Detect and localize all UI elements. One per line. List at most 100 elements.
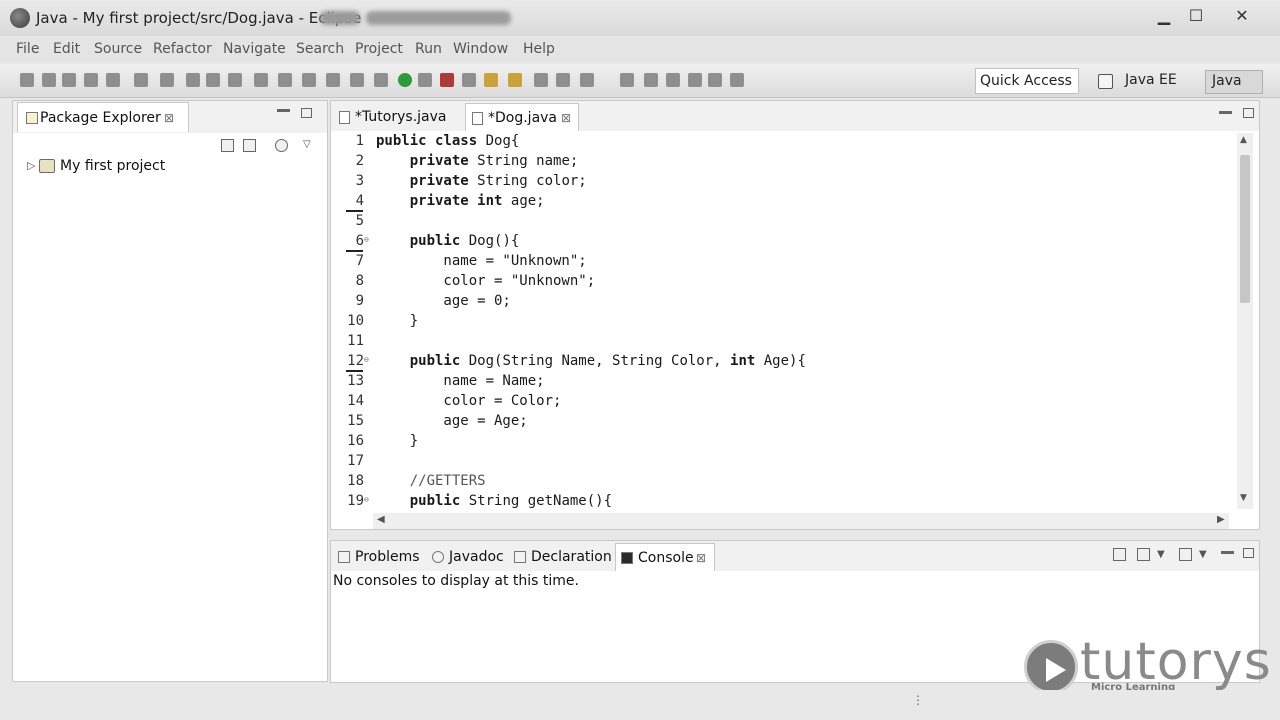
code-line[interactable]: 18 //GETTERS <box>331 473 1236 493</box>
maximize-view-icon[interactable] <box>1243 108 1254 118</box>
scroll-right-icon[interactable]: ▶ <box>1217 514 1225 525</box>
view-menu-icon[interactable]: ▽ <box>303 139 316 152</box>
minimize-view-icon[interactable] <box>1219 111 1232 114</box>
close-icon[interactable]: ⊠ <box>561 111 571 125</box>
code-line[interactable]: 12 ⊖ public Dog(String Name, String Color… <box>331 353 1236 373</box>
dropdown-icon[interactable] <box>708 73 722 87</box>
scroll-up-icon[interactable]: ▲ <box>1240 135 1247 145</box>
dropdown-icon[interactable] <box>418 73 432 87</box>
tab-package-explorer[interactable]: Package Explorer ⊠ <box>17 102 189 132</box>
external-tools-icon[interactable] <box>440 73 454 87</box>
close-button[interactable]: ✕ <box>1228 5 1256 27</box>
code-line[interactable]: 3 private String color; <box>331 173 1236 193</box>
prev-annotation-icon[interactable] <box>620 73 634 87</box>
tab-declaration[interactable]: Declaration <box>509 543 615 571</box>
view-menu-filter-icon[interactable] <box>275 139 288 152</box>
tab-problems[interactable]: Problems <box>333 543 425 571</box>
tab-javadoc[interactable]: Javadoc <box>427 543 507 571</box>
back-icon[interactable] <box>666 73 680 87</box>
fold-toggle-icon[interactable]: ⊖ <box>364 355 369 364</box>
save-all-icon[interactable] <box>84 73 98 87</box>
open-console-icon[interactable] <box>1113 548 1126 561</box>
code-line[interactable]: 9 age = 0; <box>331 293 1236 313</box>
dropdown-icon[interactable] <box>688 73 702 87</box>
dropdown-icon[interactable]: ▼ <box>1199 549 1212 562</box>
code-line[interactable]: 16 } <box>331 433 1236 453</box>
code-line[interactable]: 10 } <box>331 313 1236 333</box>
fold-toggle-icon[interactable]: ⊖ <box>364 235 369 244</box>
dropdown-icon[interactable] <box>42 73 56 87</box>
code-editor[interactable]: 1 public class Dog{2 private String name;… <box>331 133 1236 511</box>
new-class-icon[interactable] <box>254 73 268 87</box>
collapse-all-icon[interactable] <box>221 139 234 152</box>
open-task-icon[interactable] <box>302 73 316 87</box>
code-line[interactable]: 15 age = Age; <box>331 413 1236 433</box>
perspective-java[interactable]: Java <box>1205 70 1263 94</box>
close-icon[interactable]: ⊠ <box>696 551 706 565</box>
last-edit-icon[interactable] <box>644 73 658 87</box>
vertical-scrollbar[interactable]: ▲ ▼ <box>1237 133 1253 509</box>
maximize-view-icon[interactable] <box>301 108 312 118</box>
fold-toggle-icon[interactable]: ⊖ <box>364 495 369 504</box>
code-line[interactable]: 13 name = Name; <box>331 373 1236 393</box>
code-line[interactable]: 1 public class Dog{ <box>331 133 1236 153</box>
open-perspective-icon[interactable] <box>1098 74 1113 89</box>
menu-run[interactable]: Run <box>415 41 442 57</box>
menu-project[interactable]: Project <box>355 41 403 57</box>
code-line[interactable]: 11 <box>331 333 1236 353</box>
expand-icon[interactable]: ▷ <box>27 159 35 172</box>
menu-source[interactable]: Source <box>94 41 142 57</box>
new-console-icon[interactable] <box>1179 548 1192 561</box>
tab-dog-java[interactable]: *Dog.java ⊠ <box>465 103 579 131</box>
print-icon[interactable] <box>106 73 120 87</box>
dropdown-icon[interactable] <box>350 73 364 87</box>
link-with-editor-icon[interactable] <box>243 139 256 152</box>
run-icon[interactable] <box>398 73 412 87</box>
horizontal-scrollbar[interactable]: ◀ ▶ <box>373 513 1229 529</box>
status-grip-icon[interactable]: ⋮ <box>912 693 924 707</box>
code-line[interactable]: 17 <box>331 453 1236 473</box>
search-icon[interactable] <box>326 73 340 87</box>
maximize-view-icon[interactable] <box>1243 548 1254 558</box>
menu-file[interactable]: File <box>16 41 39 57</box>
scrollbar-thumb[interactable] <box>1240 155 1250 303</box>
code-line[interactable]: 8 color = "Unknown"; <box>331 273 1236 293</box>
code-line[interactable]: 7 name = "Unknown"; <box>331 253 1236 273</box>
dropdown-icon[interactable] <box>206 73 220 87</box>
open-folder-icon[interactable] <box>484 73 498 87</box>
next-annotation-icon[interactable] <box>580 73 594 87</box>
menu-help[interactable]: Help <box>523 41 555 57</box>
code-line[interactable]: 6 ⊖ public Dog(){ <box>331 233 1236 253</box>
code-line[interactable]: 14 color = Color; <box>331 393 1236 413</box>
quick-access-input[interactable]: Quick Access <box>975 68 1079 94</box>
minimize-view-icon[interactable] <box>277 109 290 112</box>
dropdown-icon[interactable] <box>462 73 476 87</box>
new-icon[interactable] <box>20 73 34 87</box>
menu-navigate[interactable]: Navigate <box>223 41 286 57</box>
code-line[interactable]: 4 private int age; <box>331 193 1236 213</box>
code-line[interactable]: 19 ⊖ public String getName(){ <box>331 493 1236 511</box>
menu-refactor[interactable]: Refactor <box>153 41 212 57</box>
open-type-icon[interactable] <box>278 73 292 87</box>
new-package-icon[interactable] <box>228 73 242 87</box>
display-console-icon[interactable] <box>1137 548 1150 561</box>
new-server-icon[interactable] <box>186 73 200 87</box>
menu-search[interactable]: Search <box>296 41 344 57</box>
skip-breakpoints-icon[interactable] <box>160 73 174 87</box>
menu-edit[interactable]: Edit <box>53 41 80 57</box>
menu-window[interactable]: Window <box>453 41 508 57</box>
debug-run-icon[interactable] <box>374 73 388 87</box>
minimize-button[interactable]: ▁ <box>1150 5 1178 27</box>
perspective-java-ee[interactable]: Java EE <box>1125 72 1177 88</box>
code-line[interactable]: 5 <box>331 213 1236 233</box>
tab-tutorys-java[interactable]: *Tutorys.java <box>333 103 463 131</box>
scroll-left-icon[interactable]: ◀ <box>377 514 385 525</box>
toggle-mark-icon[interactable] <box>534 73 548 87</box>
maximize-button[interactable]: ☐ <box>1182 5 1210 27</box>
open-resource-icon[interactable] <box>508 73 522 87</box>
code-line[interactable]: 2 private String name; <box>331 153 1236 173</box>
debug-icon[interactable] <box>134 73 148 87</box>
minimize-view-icon[interactable] <box>1221 551 1234 554</box>
forward-icon[interactable] <box>730 73 744 87</box>
save-icon[interactable] <box>62 73 76 87</box>
